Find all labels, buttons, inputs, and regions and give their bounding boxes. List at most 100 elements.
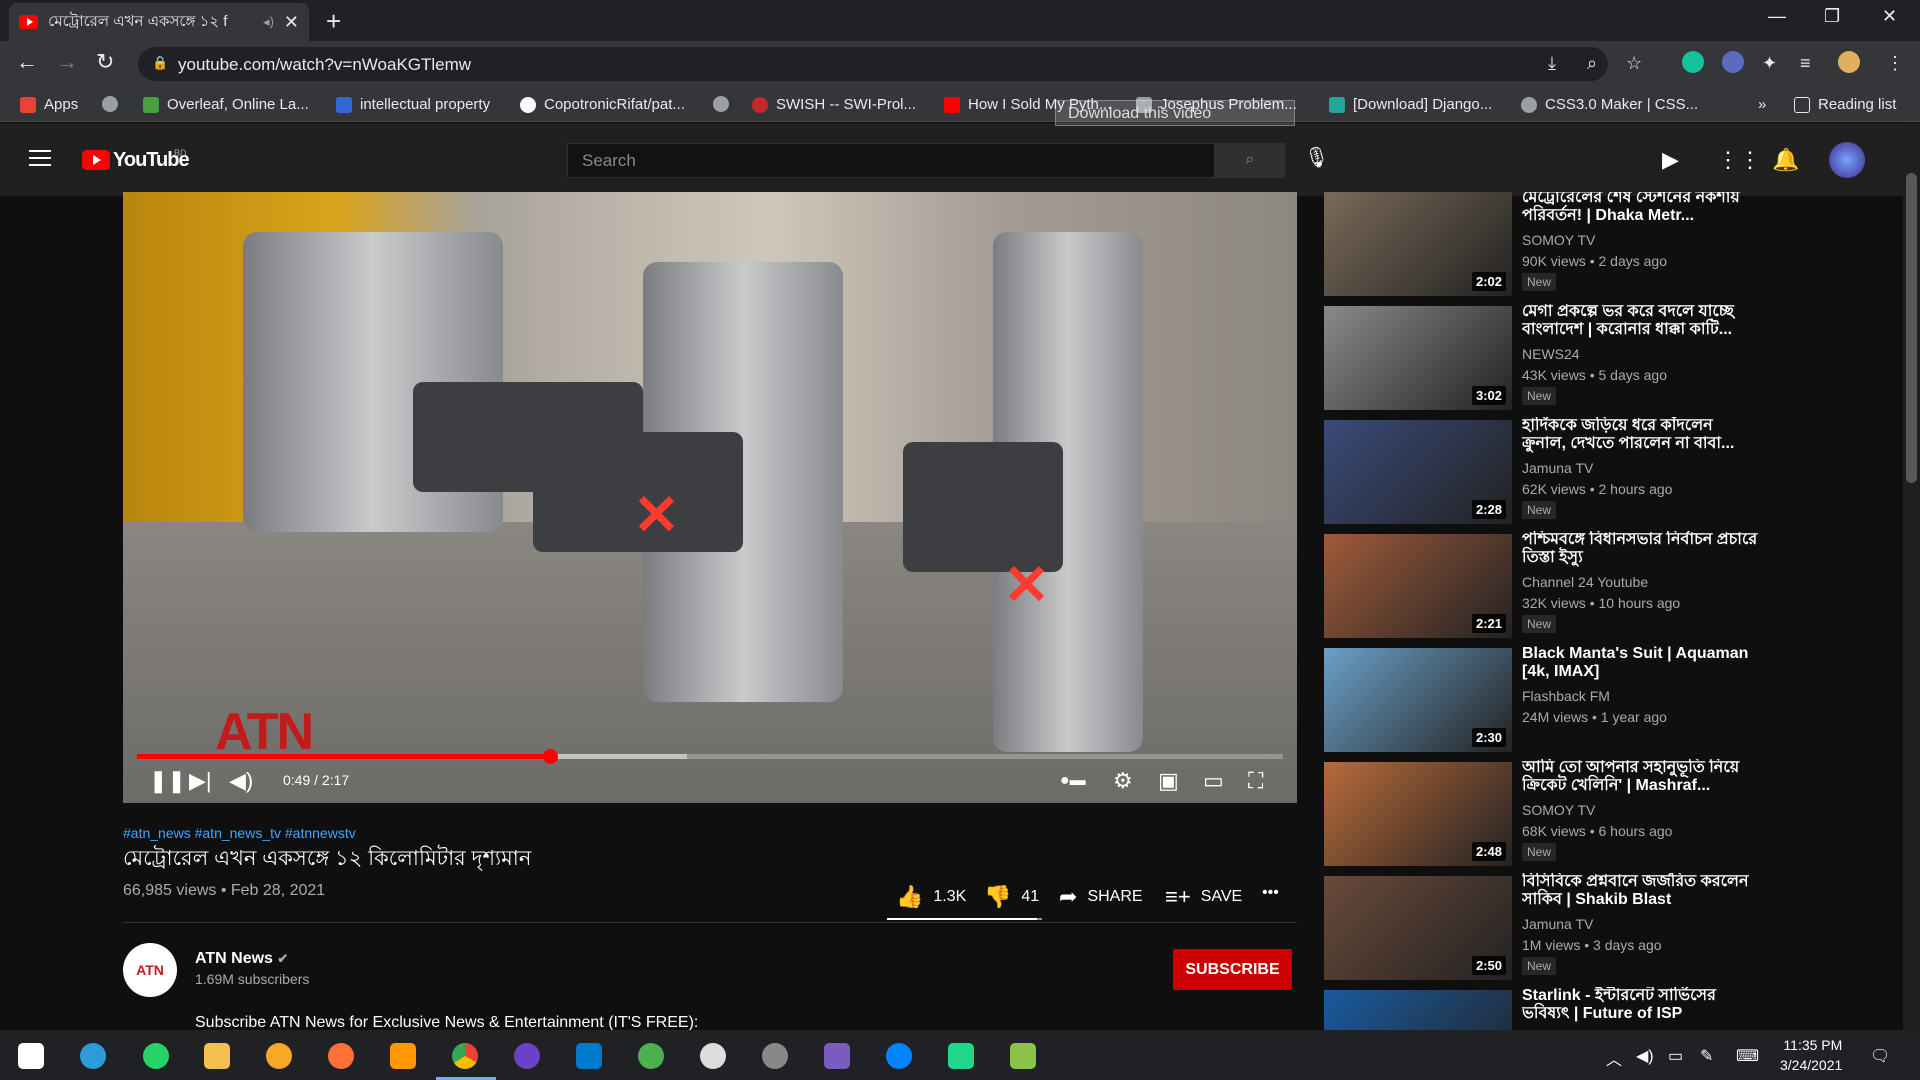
bookmark-css3[interactable]: CSS3.0 Maker | CSS...: [1521, 96, 1698, 113]
minimize-button[interactable]: —: [1768, 6, 1786, 27]
bookmark-globe-2[interactable]: [713, 96, 737, 112]
tray-network-icon[interactable]: ▭: [1668, 1046, 1683, 1066]
recommendation-item[interactable]: 2:21 পশ্চিমবঙ্গে বিধানসভার নির্বাচন প্রচা…: [1324, 531, 1764, 638]
app-icon[interactable]: [762, 1043, 788, 1069]
theater-mode-icon[interactable]: ▭: [1203, 768, 1224, 794]
puzzle-icon[interactable]: ✦: [1762, 53, 1777, 74]
recommendation-item[interactable]: 2:30 Black Manta's Suit | Aquaman [4k, IM…: [1324, 645, 1764, 752]
scrollbar-thumb[interactable]: [1906, 173, 1917, 483]
maximize-button[interactable]: ❐: [1824, 6, 1840, 27]
tab-youtube[interactable]: মেট্রোরেল এখন একসঙ্গে ১২ f ◂) ✕: [9, 3, 309, 41]
address-bar[interactable]: 🔒 youtube.com/watch?v=nWoaKGTlemw ⤓ ⌕ ☆: [138, 47, 1642, 81]
recommendation-channel[interactable]: SOMOY TV: [1522, 232, 1595, 248]
channel-name[interactable]: ATN News ✔: [195, 950, 288, 968]
recommendation-thumbnail[interactable]: 3:02: [1324, 306, 1512, 410]
url-text[interactable]: youtube.com/watch?v=nWoaKGTlemw: [178, 55, 471, 75]
microphone-icon[interactable]: 🎙: [1304, 145, 1329, 170]
save-button[interactable]: ≡+ SAVE: [1165, 884, 1242, 910]
recommendation-channel[interactable]: Jamuna TV: [1522, 460, 1593, 476]
subscribe-button[interactable]: SUBSCRIBE: [1173, 949, 1292, 990]
tray-keyboard-icon[interactable]: ⌨: [1736, 1046, 1759, 1066]
recommendation-channel[interactable]: Channel 24 Youtube: [1522, 574, 1648, 590]
search-input[interactable]: Search: [567, 143, 1215, 178]
recommendation-channel[interactable]: Jamuna TV: [1522, 916, 1593, 932]
recommendation-thumbnail[interactable]: 2:21: [1324, 534, 1512, 638]
create-video-icon[interactable]: ▶: [1662, 147, 1679, 173]
github-desktop-icon[interactable]: [514, 1043, 540, 1069]
search-taskbar-icon[interactable]: [80, 1043, 106, 1069]
more-bookmarks-button[interactable]: »: [1758, 96, 1766, 113]
install-icon[interactable]: ⤓: [1548, 53, 1556, 74]
recommendation-item[interactable]: 2:02 মেট্রোরেলের শেষ স্টেশনের নকশায় পরিব…: [1324, 192, 1764, 296]
recommendation-title[interactable]: পশ্চিমবঙ্গে বিধানসভার নির্বাচন প্রচারে ত…: [1522, 531, 1758, 567]
tray-volume-icon[interactable]: ◀): [1636, 1046, 1654, 1066]
recommendation-channel[interactable]: NEWS24: [1522, 346, 1580, 362]
sublime-icon[interactable]: [390, 1043, 416, 1069]
notifications-bell-icon[interactable]: 🔔: [1772, 147, 1799, 173]
progress-scrubber[interactable]: [542, 749, 558, 764]
profile-avatar-icon[interactable]: [1838, 51, 1860, 73]
tray-pen-icon[interactable]: ✎: [1700, 1046, 1713, 1066]
search-button[interactable]: ⌕: [1215, 143, 1285, 178]
recommendation-item[interactable]: Starlink - ইন্টারনেট সার্ভিসের ভবিষ্যৎ |…: [1324, 987, 1764, 1030]
recommendation-thumbnail[interactable]: 2:30: [1324, 648, 1512, 752]
account-avatar[interactable]: [1829, 142, 1865, 178]
bookmark-ip[interactable]: intellectual property: [336, 96, 490, 113]
recommendation-title[interactable]: বিসিবিকে প্রশ্নবানে জর্জরিত করলেন সাকিব …: [1522, 873, 1758, 909]
bookmark-star-icon[interactable]: ☆: [1626, 53, 1642, 74]
bookmark-apps[interactable]: Apps: [20, 96, 78, 113]
like-button[interactable]: 👍 1.3K: [896, 884, 966, 910]
hamburger-menu-icon[interactable]: [29, 150, 51, 166]
window-close-button[interactable]: ✕: [1882, 6, 1897, 27]
share-button[interactable]: ➦ SHARE: [1059, 884, 1143, 910]
recommendation-thumbnail[interactable]: 2:48: [1324, 762, 1512, 866]
zoom-icon[interactable]: ⌕: [1587, 53, 1597, 74]
recommendation-title[interactable]: মেট্রোরেলের শেষ স্টেশনের নকশায় পরিবর্তন…: [1522, 192, 1758, 225]
recommendation-title[interactable]: আমি তো আপনার সহানুভূতি নিয়ে ক্রিকেট খেল…: [1522, 759, 1758, 795]
app-icon[interactable]: [266, 1043, 292, 1069]
bookmark-django[interactable]: [Download] Django...: [1329, 96, 1492, 113]
reload-icon[interactable]: ↻: [96, 49, 114, 75]
recommendation-title[interactable]: মেগা প্রকল্পে ভর করে বদলে যাচ্ছে বাংলাদে…: [1522, 303, 1758, 339]
tab-close-button[interactable]: ✕: [284, 12, 299, 33]
grammarly-extension-icon[interactable]: [1682, 51, 1704, 73]
recommendation-thumbnail[interactable]: 2:50: [1324, 876, 1512, 980]
extension-icon[interactable]: [1722, 51, 1744, 73]
bookmark-github[interactable]: CopotronicRifat/pat...: [520, 96, 685, 113]
app-icon[interactable]: [1010, 1043, 1036, 1069]
recommendation-thumbnail[interactable]: [1324, 990, 1512, 1030]
media-control-icon[interactable]: ≡: [1800, 53, 1811, 74]
speaker-icon[interactable]: ◂): [263, 14, 274, 30]
autoplay-toggle-icon[interactable]: ●▬: [1060, 772, 1086, 790]
new-tab-button[interactable]: +: [326, 6, 341, 37]
vscode-icon[interactable]: [576, 1043, 602, 1069]
recommendation-item[interactable]: 2:50 বিসিবিকে প্রশ্নবানে জর্জরিত করলেন সা…: [1324, 873, 1764, 980]
recommendation-channel[interactable]: SOMOY TV: [1522, 802, 1595, 818]
notification-center-icon[interactable]: 🗨: [1870, 1046, 1890, 1066]
dislike-button[interactable]: 👎 41: [984, 884, 1039, 910]
app-icon[interactable]: [638, 1043, 664, 1069]
firefox-icon[interactable]: [328, 1043, 354, 1069]
progress-bar[interactable]: [137, 749, 1283, 764]
recommendation-title[interactable]: হার্দিককে জড়িয়ে ধরে কাঁদলেন ক্রুনাল, দ…: [1522, 417, 1758, 453]
pause-icon[interactable]: ❚❚: [149, 768, 186, 794]
recommendation-thumbnail[interactable]: 2:02: [1324, 192, 1512, 296]
clock[interactable]: 11:35 PM 3/24/2021: [1780, 1035, 1842, 1075]
download-video-button[interactable]: Download this video: [1055, 100, 1295, 126]
scrollbar[interactable]: [1903, 123, 1920, 1030]
bookmark-swish[interactable]: SWISH -- SWI-Prol...: [752, 96, 916, 113]
tray-chevron-icon[interactable]: ︿: [1606, 1046, 1622, 1070]
whatsapp-icon[interactable]: [143, 1043, 169, 1069]
visual-studio-icon[interactable]: [824, 1043, 850, 1069]
windows-start-icon[interactable]: [18, 1043, 44, 1069]
pycharm-icon[interactable]: [948, 1043, 974, 1069]
recommendation-item[interactable]: 3:02 মেগা প্রকল্পে ভর করে বদলে যাচ্ছে বাং…: [1324, 303, 1764, 410]
fullscreen-icon[interactable]: ⛶: [1248, 768, 1263, 794]
video-tags[interactable]: #atn_news #atn_news_tv #atnnewstv: [123, 825, 356, 841]
recommendation-title[interactable]: Black Manta's Suit | Aquaman [4k, IMAX]: [1522, 645, 1758, 681]
next-icon[interactable]: ▶|: [189, 768, 212, 794]
recommendation-title[interactable]: Starlink - ইন্টারনেট সার্ভিসের ভবিষ্যৎ |…: [1522, 987, 1758, 1023]
recommendation-channel[interactable]: Flashback FM: [1522, 688, 1610, 704]
app-icon[interactable]: [700, 1043, 726, 1069]
bookmark-overleaf[interactable]: Overleaf, Online La...: [143, 96, 309, 113]
